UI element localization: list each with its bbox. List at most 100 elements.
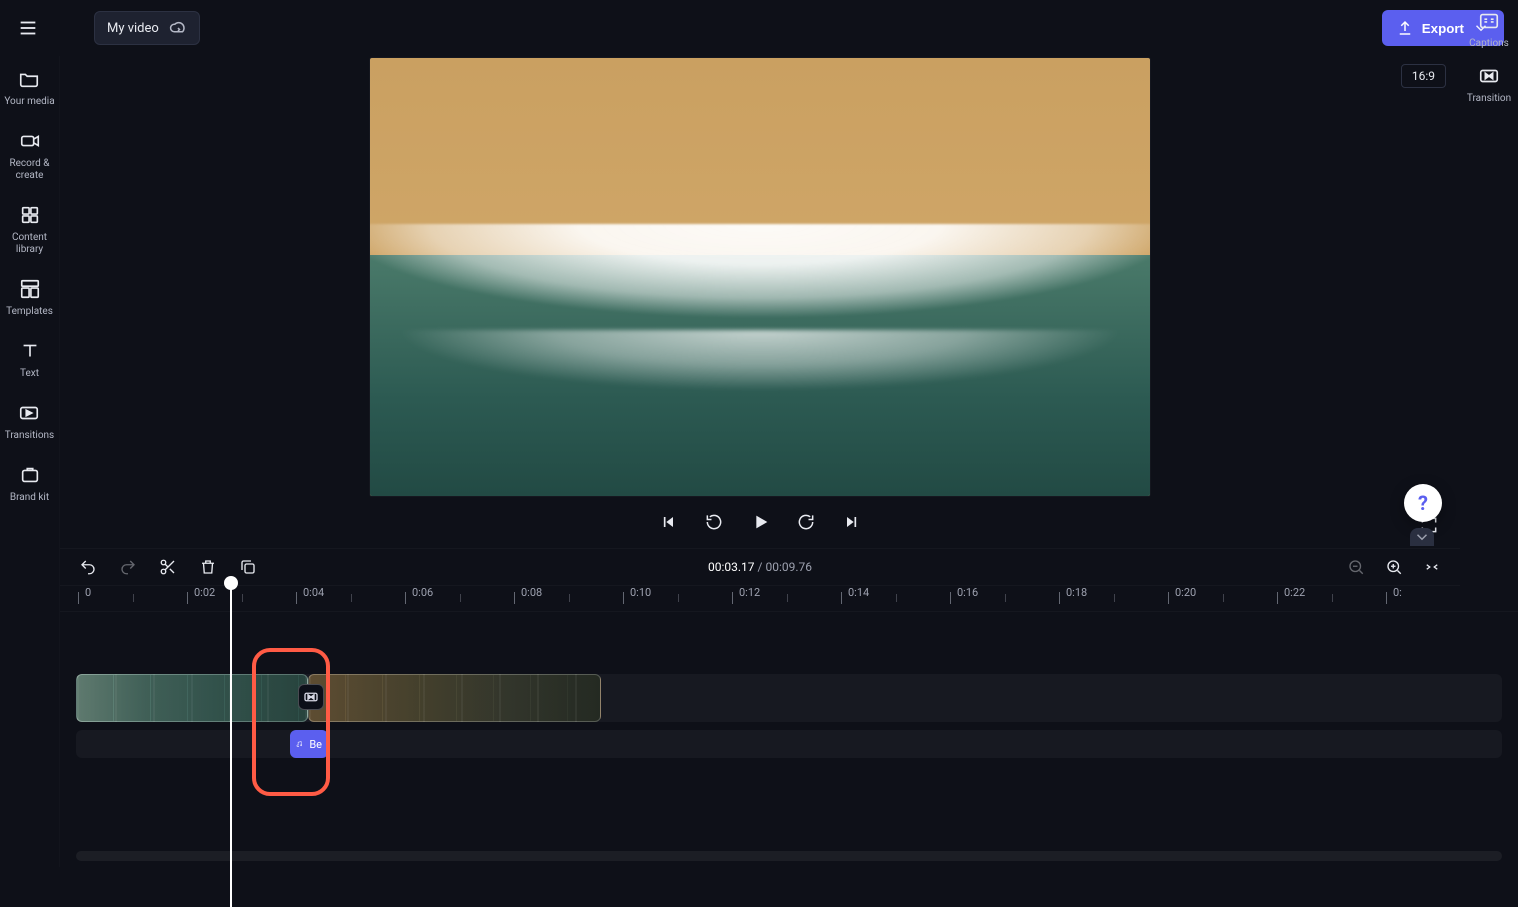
ruler-tick-label: 0: [1393, 586, 1402, 599]
ruler-tick: 0:04 [296, 586, 324, 611]
ruler-tick-label: 0:18 [1066, 586, 1087, 599]
undo-button[interactable] [74, 553, 102, 581]
right-item-label: Captions [1469, 38, 1509, 49]
ruler-minor-tick [678, 594, 679, 602]
ruler-tick: 0:18 [1059, 586, 1087, 611]
jump-start-button[interactable] [653, 507, 683, 537]
redo-button[interactable] [114, 553, 142, 581]
music-note-icon [296, 735, 303, 753]
sidebar-item-label: Brand kit [10, 492, 49, 504]
right-item-label: Transition [1467, 93, 1511, 104]
templates-icon [19, 278, 41, 300]
ruler-minor-tick [896, 594, 897, 602]
left-rail: Your media Record & create Content libra… [0, 56, 60, 867]
timecode-total: 00:09.76 [765, 560, 812, 574]
fit-timeline-button[interactable] [1418, 553, 1446, 581]
aspect-ratio-button[interactable]: 16:9 [1401, 64, 1446, 88]
fit-icon [1423, 558, 1441, 576]
right-item-captions[interactable]: Captions [1469, 10, 1509, 49]
sidebar-item-text[interactable]: Text [17, 336, 43, 384]
audio-clip-label: Be [309, 738, 322, 751]
export-label: Export [1422, 21, 1464, 36]
rewind-button[interactable] [699, 507, 729, 537]
ruler-tick-label: 0:16 [957, 586, 978, 599]
ruler-minor-tick [460, 594, 461, 602]
sidebar-item-content-library[interactable]: Content library [0, 200, 59, 260]
preview-stage: 16:9 [60, 56, 1460, 548]
delete-button[interactable] [194, 553, 222, 581]
play-button[interactable] [745, 507, 775, 537]
audio-clip[interactable]: Be [290, 730, 328, 758]
captions-icon [1478, 10, 1500, 32]
preview-graphic [370, 330, 1150, 426]
upload-icon [1396, 19, 1414, 37]
audio-track[interactable]: Be [76, 730, 1502, 758]
sidebar-item-record-create[interactable]: Record & create [0, 126, 59, 186]
video-track[interactable] [76, 674, 1502, 722]
ruler-tick-label: 0:08 [521, 586, 542, 599]
sidebar-item-label: Your media [4, 96, 54, 108]
play-icon [749, 511, 771, 533]
ruler-minor-tick [1332, 594, 1333, 602]
menu-button[interactable] [10, 10, 46, 46]
timeline: Be [60, 612, 1518, 867]
sidebar-item-label: Templates [6, 306, 53, 318]
skip-forward-icon [842, 512, 862, 532]
zoom-out-icon [1347, 558, 1365, 576]
jump-end-button[interactable] [837, 507, 867, 537]
copy-icon [239, 558, 257, 576]
scissors-icon [159, 558, 177, 576]
sidebar-item-label: Content library [2, 232, 57, 256]
player-controls [60, 500, 1460, 544]
zoom-in-button[interactable] [1380, 553, 1408, 581]
ruler-tick-label: 0:22 [1284, 586, 1305, 599]
timecode-current: 00:03.17 [708, 560, 755, 574]
project-title-text: My video [107, 21, 159, 36]
sidebar-item-brand-kit[interactable]: Brand kit [8, 460, 51, 508]
annotation-highlight [252, 648, 330, 796]
clip-thumbnails [309, 675, 600, 721]
video-clip-2[interactable] [308, 674, 601, 722]
clip-thumbnails [77, 675, 307, 721]
sidebar-item-templates[interactable]: Templates [4, 274, 55, 322]
rewind-icon [704, 512, 724, 532]
timeline-toolbar: 00:03.17 / 00:09.76 [60, 548, 1460, 586]
redo-icon [119, 558, 137, 576]
chevron-down-icon [1413, 528, 1431, 546]
ruler-tick-label: 0 [85, 586, 91, 599]
ruler-tick: 0:02 [187, 586, 215, 611]
ruler-tick: 0:14 [841, 586, 869, 611]
timeline-scrollbar[interactable] [76, 851, 1502, 861]
video-clip-1[interactable] [76, 674, 308, 722]
undo-icon [79, 558, 97, 576]
folder-icon [18, 68, 40, 90]
transition-icon [302, 688, 320, 706]
right-item-transition[interactable]: Transition [1467, 65, 1511, 104]
sidebar-item-your-media[interactable]: Your media [2, 64, 56, 112]
text-icon [19, 340, 41, 362]
forward-button[interactable] [791, 507, 821, 537]
ruler-minor-tick [1005, 594, 1006, 602]
ruler-tick: 0 [78, 586, 91, 611]
transitions-icon [18, 402, 40, 424]
zoom-out-button[interactable] [1342, 553, 1370, 581]
help-button[interactable]: ? [1404, 484, 1442, 522]
ruler-minor-tick [351, 594, 352, 602]
ruler-minor-tick [133, 594, 134, 602]
zoom-in-icon [1385, 558, 1403, 576]
help-collapse-button[interactable] [1410, 528, 1434, 546]
ruler-tick: 0:16 [950, 586, 978, 611]
transition-badge[interactable] [298, 684, 324, 710]
sidebar-item-transitions[interactable]: Transitions [3, 398, 56, 446]
video-preview[interactable] [370, 58, 1150, 496]
skip-back-icon [658, 512, 678, 532]
duplicate-button[interactable] [234, 553, 262, 581]
split-button[interactable] [154, 553, 182, 581]
ruler-minor-tick [1114, 594, 1115, 602]
camera-icon [19, 130, 41, 152]
menu-icon [17, 17, 39, 39]
timeline-ruler[interactable]: 00:020:040:060:080:100:120:140:160:180:2… [60, 586, 1518, 612]
transition-icon [1478, 65, 1500, 87]
trash-icon [199, 558, 217, 576]
project-title[interactable]: My video [94, 11, 200, 45]
